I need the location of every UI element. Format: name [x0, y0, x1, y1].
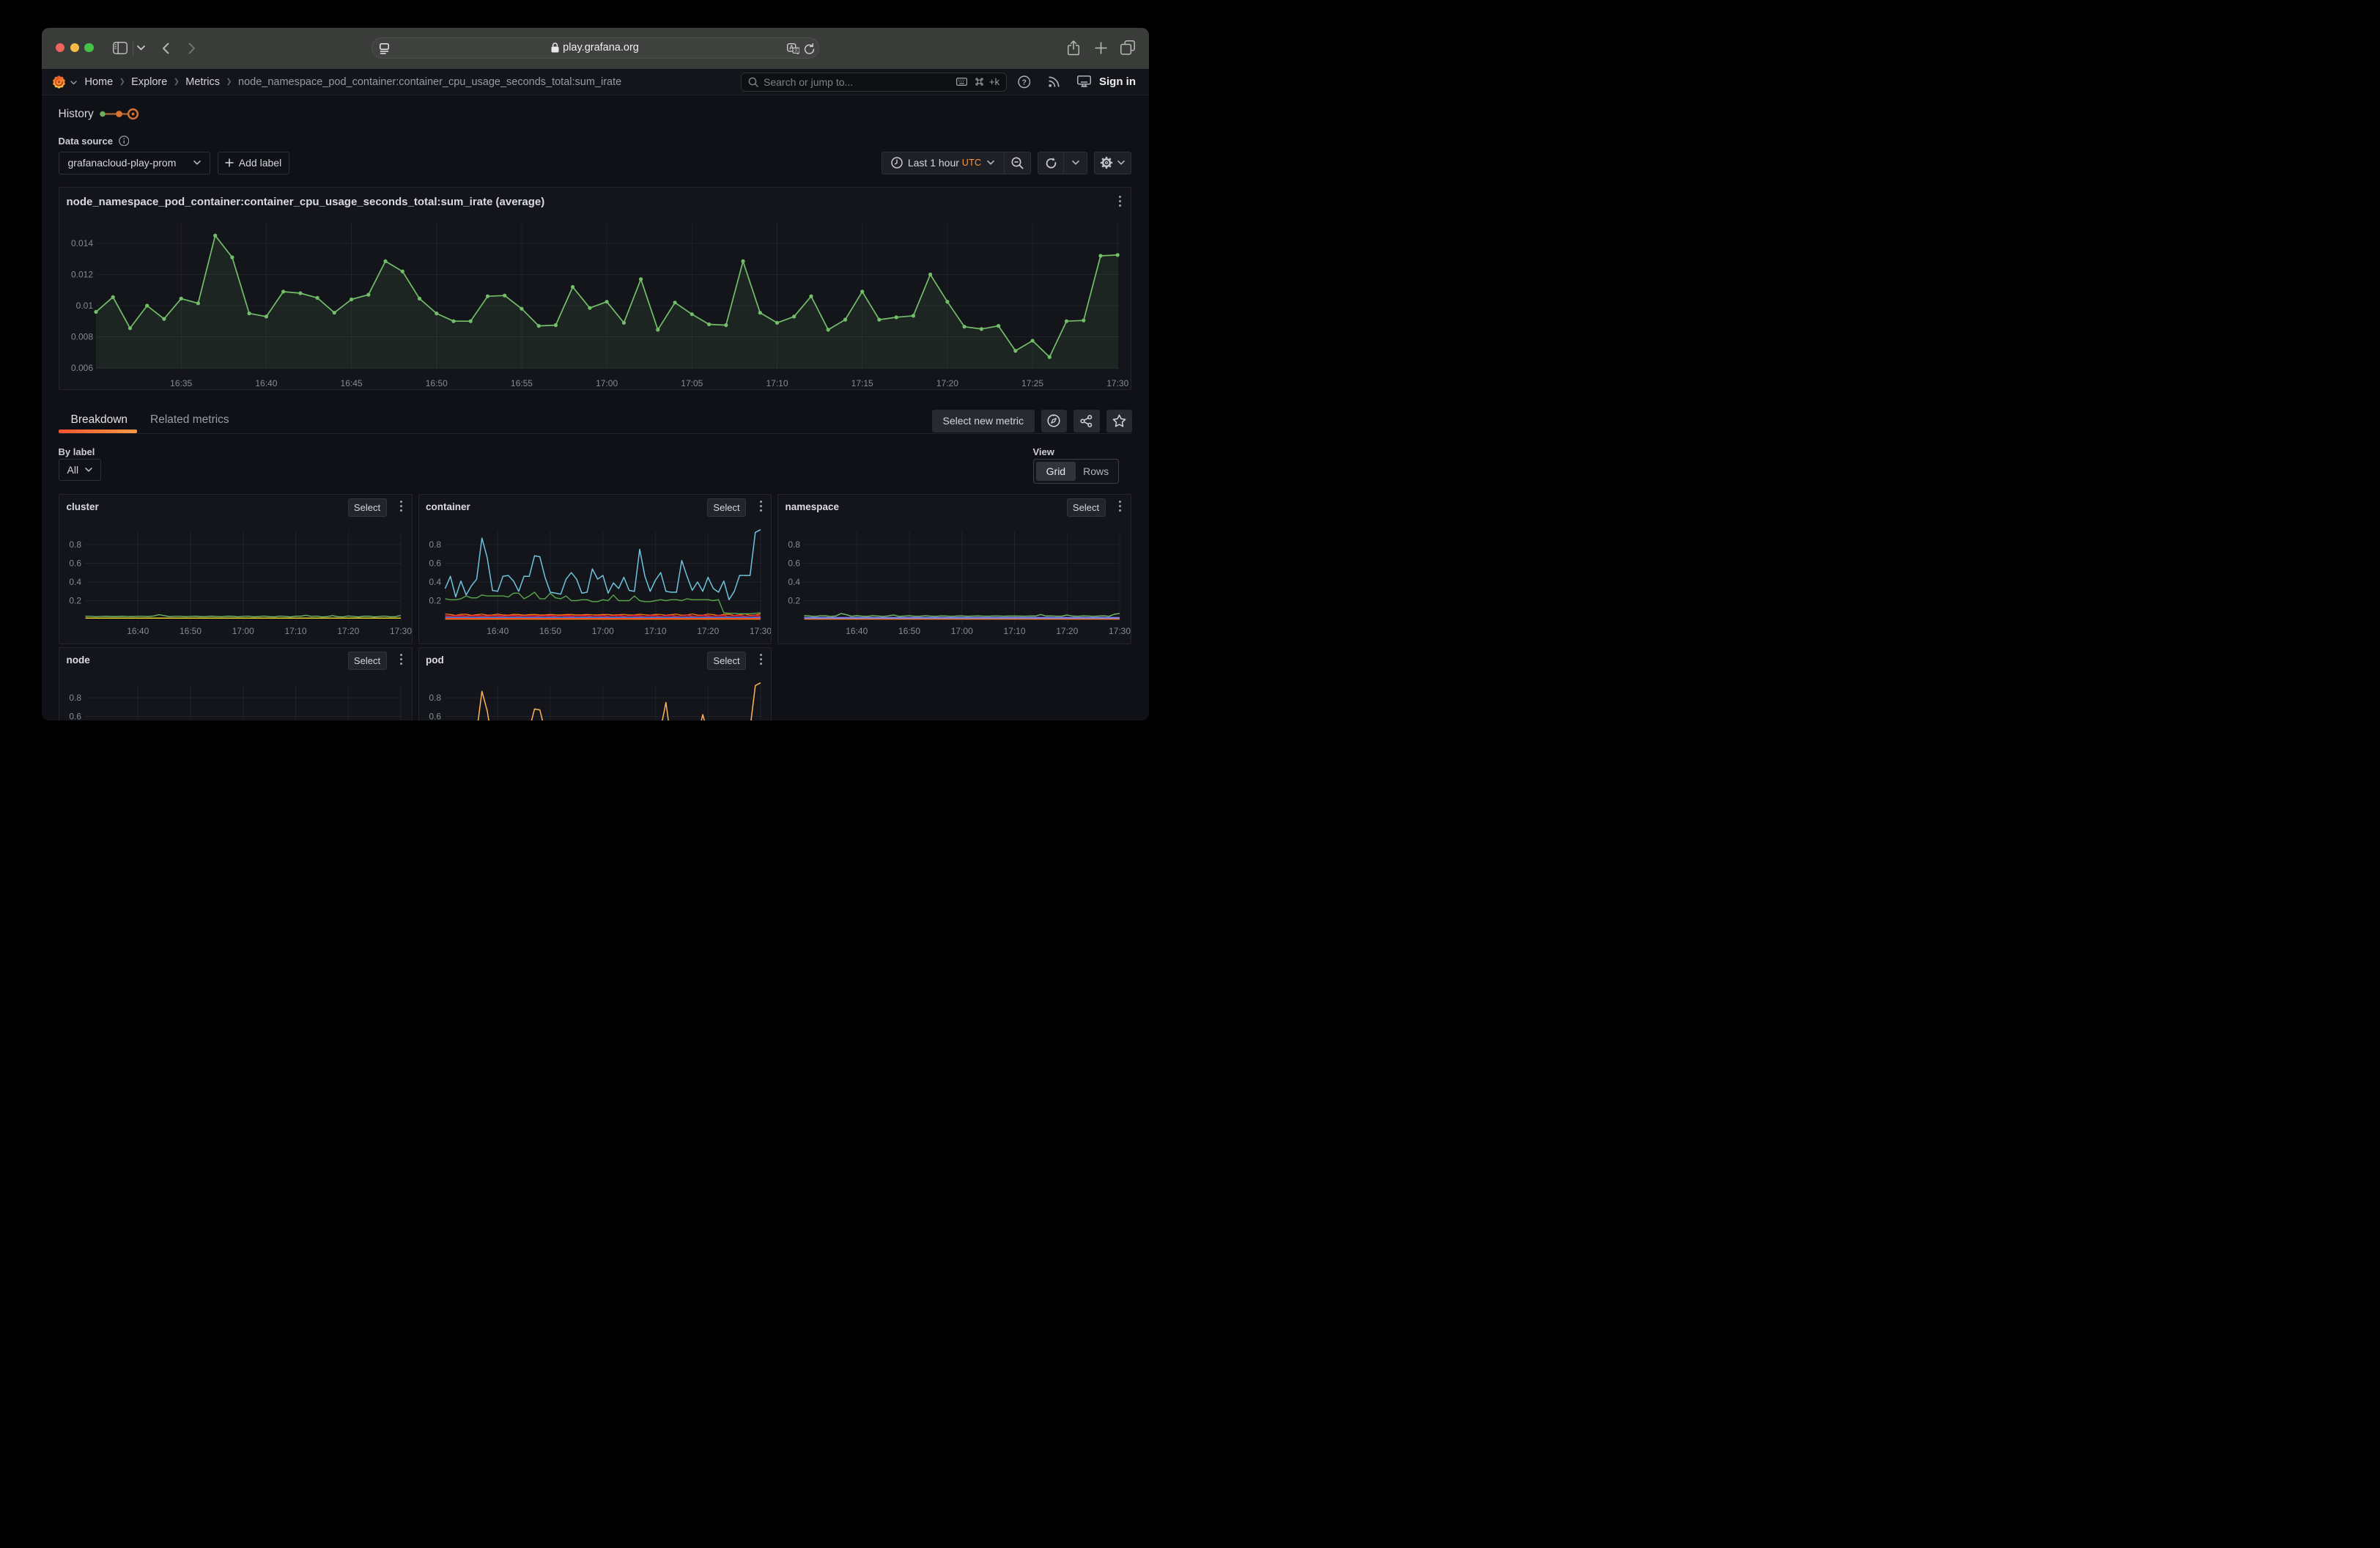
svg-text:16:50: 16:50 [426, 378, 448, 388]
svg-text:0.4: 0.4 [69, 577, 81, 587]
svg-text:0.8: 0.8 [788, 539, 800, 550]
svg-text:0.2: 0.2 [429, 596, 441, 606]
svg-text:17:00: 17:00 [596, 378, 618, 388]
svg-text:17:05: 17:05 [681, 378, 703, 388]
svg-text:0.4: 0.4 [429, 577, 441, 587]
svg-text:17:20: 17:20 [936, 378, 958, 388]
svg-text:17:10: 17:10 [766, 378, 788, 388]
svg-text:17:15: 17:15 [851, 378, 873, 388]
svg-text:17:25: 17:25 [1021, 378, 1043, 388]
svg-text:0.006: 0.006 [71, 363, 93, 373]
svg-text:17:20: 17:20 [337, 626, 359, 636]
svg-text:0.6: 0.6 [429, 712, 441, 721]
svg-text:0.014: 0.014 [71, 238, 93, 248]
svg-text:0.2: 0.2 [69, 596, 81, 606]
svg-text:17:30: 17:30 [390, 626, 412, 636]
svg-text:17:30: 17:30 [1106, 378, 1128, 388]
svg-text:0.8: 0.8 [69, 539, 81, 550]
svg-text:0.01: 0.01 [76, 301, 94, 311]
svg-text:0.6: 0.6 [429, 559, 441, 569]
svg-text:0.4: 0.4 [788, 577, 800, 587]
svg-text:17:10: 17:10 [1003, 626, 1025, 636]
svg-text:16:40: 16:40 [255, 378, 277, 388]
svg-text:0.8: 0.8 [429, 693, 441, 703]
svg-text:0.6: 0.6 [69, 712, 81, 721]
svg-text:?: ? [1021, 78, 1026, 86]
svg-text:17:00: 17:00 [232, 626, 254, 636]
svg-text:0.6: 0.6 [69, 559, 81, 569]
svg-text:17:20: 17:20 [1056, 626, 1078, 636]
svg-text:17:00: 17:00 [591, 626, 613, 636]
svg-text:16:45: 16:45 [341, 378, 363, 388]
svg-text:0.012: 0.012 [71, 270, 93, 280]
svg-text:17:20: 17:20 [697, 626, 719, 636]
svg-text:17:10: 17:10 [284, 626, 306, 636]
svg-text:文: 文 [794, 47, 798, 53]
svg-text:16:50: 16:50 [898, 626, 920, 636]
svg-text:0.8: 0.8 [69, 693, 81, 703]
svg-text:17:30: 17:30 [1109, 626, 1131, 636]
svg-text:16:55: 16:55 [511, 378, 533, 388]
svg-text:0.8: 0.8 [429, 539, 441, 550]
svg-text:17:10: 17:10 [644, 626, 666, 636]
svg-text:16:40: 16:40 [487, 626, 509, 636]
svg-text:17:00: 17:00 [951, 626, 973, 636]
svg-text:0.008: 0.008 [71, 332, 93, 342]
svg-text:16:50: 16:50 [180, 626, 202, 636]
svg-text:16:50: 16:50 [539, 626, 561, 636]
svg-text:16:40: 16:40 [846, 626, 868, 636]
svg-text:0.6: 0.6 [788, 559, 800, 569]
svg-text:0.2: 0.2 [788, 596, 800, 606]
svg-text:17:30: 17:30 [749, 626, 771, 636]
svg-text:16:35: 16:35 [170, 378, 192, 388]
svg-text:16:40: 16:40 [127, 626, 149, 636]
